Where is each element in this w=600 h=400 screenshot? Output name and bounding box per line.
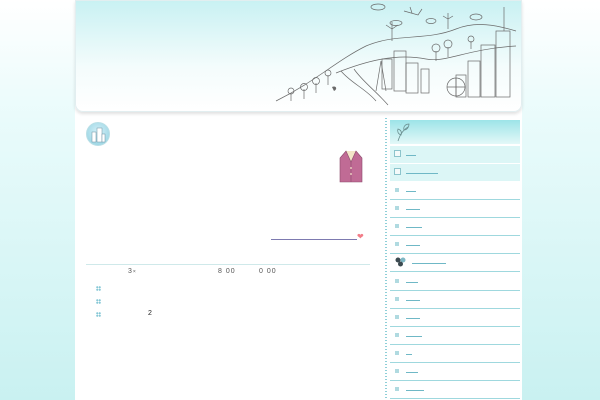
bullet-icon <box>395 315 399 319</box>
sidebar-item-label <box>406 300 420 301</box>
main-content: ❤ 3× 8 00 0 00 2 <box>80 118 372 400</box>
sidebar-item-label <box>406 336 422 337</box>
sidebar-item-label <box>406 318 420 319</box>
sidebar-item[interactable] <box>390 218 520 236</box>
sidebar-item-label <box>406 245 420 246</box>
bullet-icon <box>96 312 101 317</box>
sidebar-item[interactable] <box>390 309 520 327</box>
sidebar-item[interactable] <box>390 345 520 363</box>
sidebar-item[interactable] <box>390 381 520 399</box>
sidebar-item-label <box>412 263 446 264</box>
bullet-icon <box>96 286 101 291</box>
sidebar-item[interactable] <box>390 363 520 381</box>
sidebar-item[interactable] <box>390 182 520 200</box>
city-avatar-icon <box>86 122 110 146</box>
content-divider <box>86 264 370 265</box>
sidebar-item-label <box>406 209 420 210</box>
sidebar-item[interactable] <box>390 164 520 182</box>
sidebar-item-label <box>406 354 412 355</box>
leaf-icon <box>397 123 410 142</box>
sidebar-item[interactable] <box>390 273 520 291</box>
bullet-icon <box>395 387 399 391</box>
sidebar-item-label <box>406 155 416 156</box>
bullet-icon <box>395 188 399 192</box>
meta-time-start: 8 00 <box>218 268 236 275</box>
checkbox-icon <box>394 150 401 157</box>
bullet-icon <box>96 299 101 304</box>
sidebar <box>385 118 522 400</box>
meta-time-end: 0 00 <box>259 268 277 275</box>
sidebar-item-label <box>406 372 418 373</box>
bullet-icon <box>395 297 399 301</box>
bullet-icon <box>395 224 399 228</box>
sidebar-item-label <box>406 173 438 174</box>
bullet-icon <box>395 279 399 283</box>
sidebar-item-label <box>406 227 422 228</box>
sidebar-dotted-border <box>385 118 387 400</box>
bullet-text: 2 <box>148 310 152 317</box>
sidebar-item[interactable] <box>390 254 520 272</box>
checkbox-icon <box>394 168 401 175</box>
city-skyline-illustration <box>275 3 517 106</box>
bullet-icon <box>395 242 399 246</box>
sidebar-item[interactable] <box>390 236 520 254</box>
bullet-icon <box>395 333 399 337</box>
sidebar-item[interactable] <box>390 200 520 218</box>
sidebar-item-label <box>406 282 418 283</box>
coat-icon <box>339 150 363 183</box>
bullet-icon <box>395 351 399 355</box>
heart-icon: ❤ <box>357 232 364 241</box>
sidebar-item[interactable] <box>390 327 520 345</box>
sidebar-header <box>390 120 520 144</box>
bullet-icon <box>395 206 399 210</box>
meta-count: 3× <box>128 268 137 275</box>
signature-line <box>271 239 357 240</box>
sidebar-item-label <box>406 390 424 391</box>
bullet-icon <box>395 369 399 373</box>
sidebar-item[interactable] <box>390 146 520 164</box>
sidebar-item-label <box>406 191 416 192</box>
header-banner <box>75 0 522 112</box>
flower-icon <box>395 257 406 267</box>
sidebar-item[interactable] <box>390 291 520 309</box>
